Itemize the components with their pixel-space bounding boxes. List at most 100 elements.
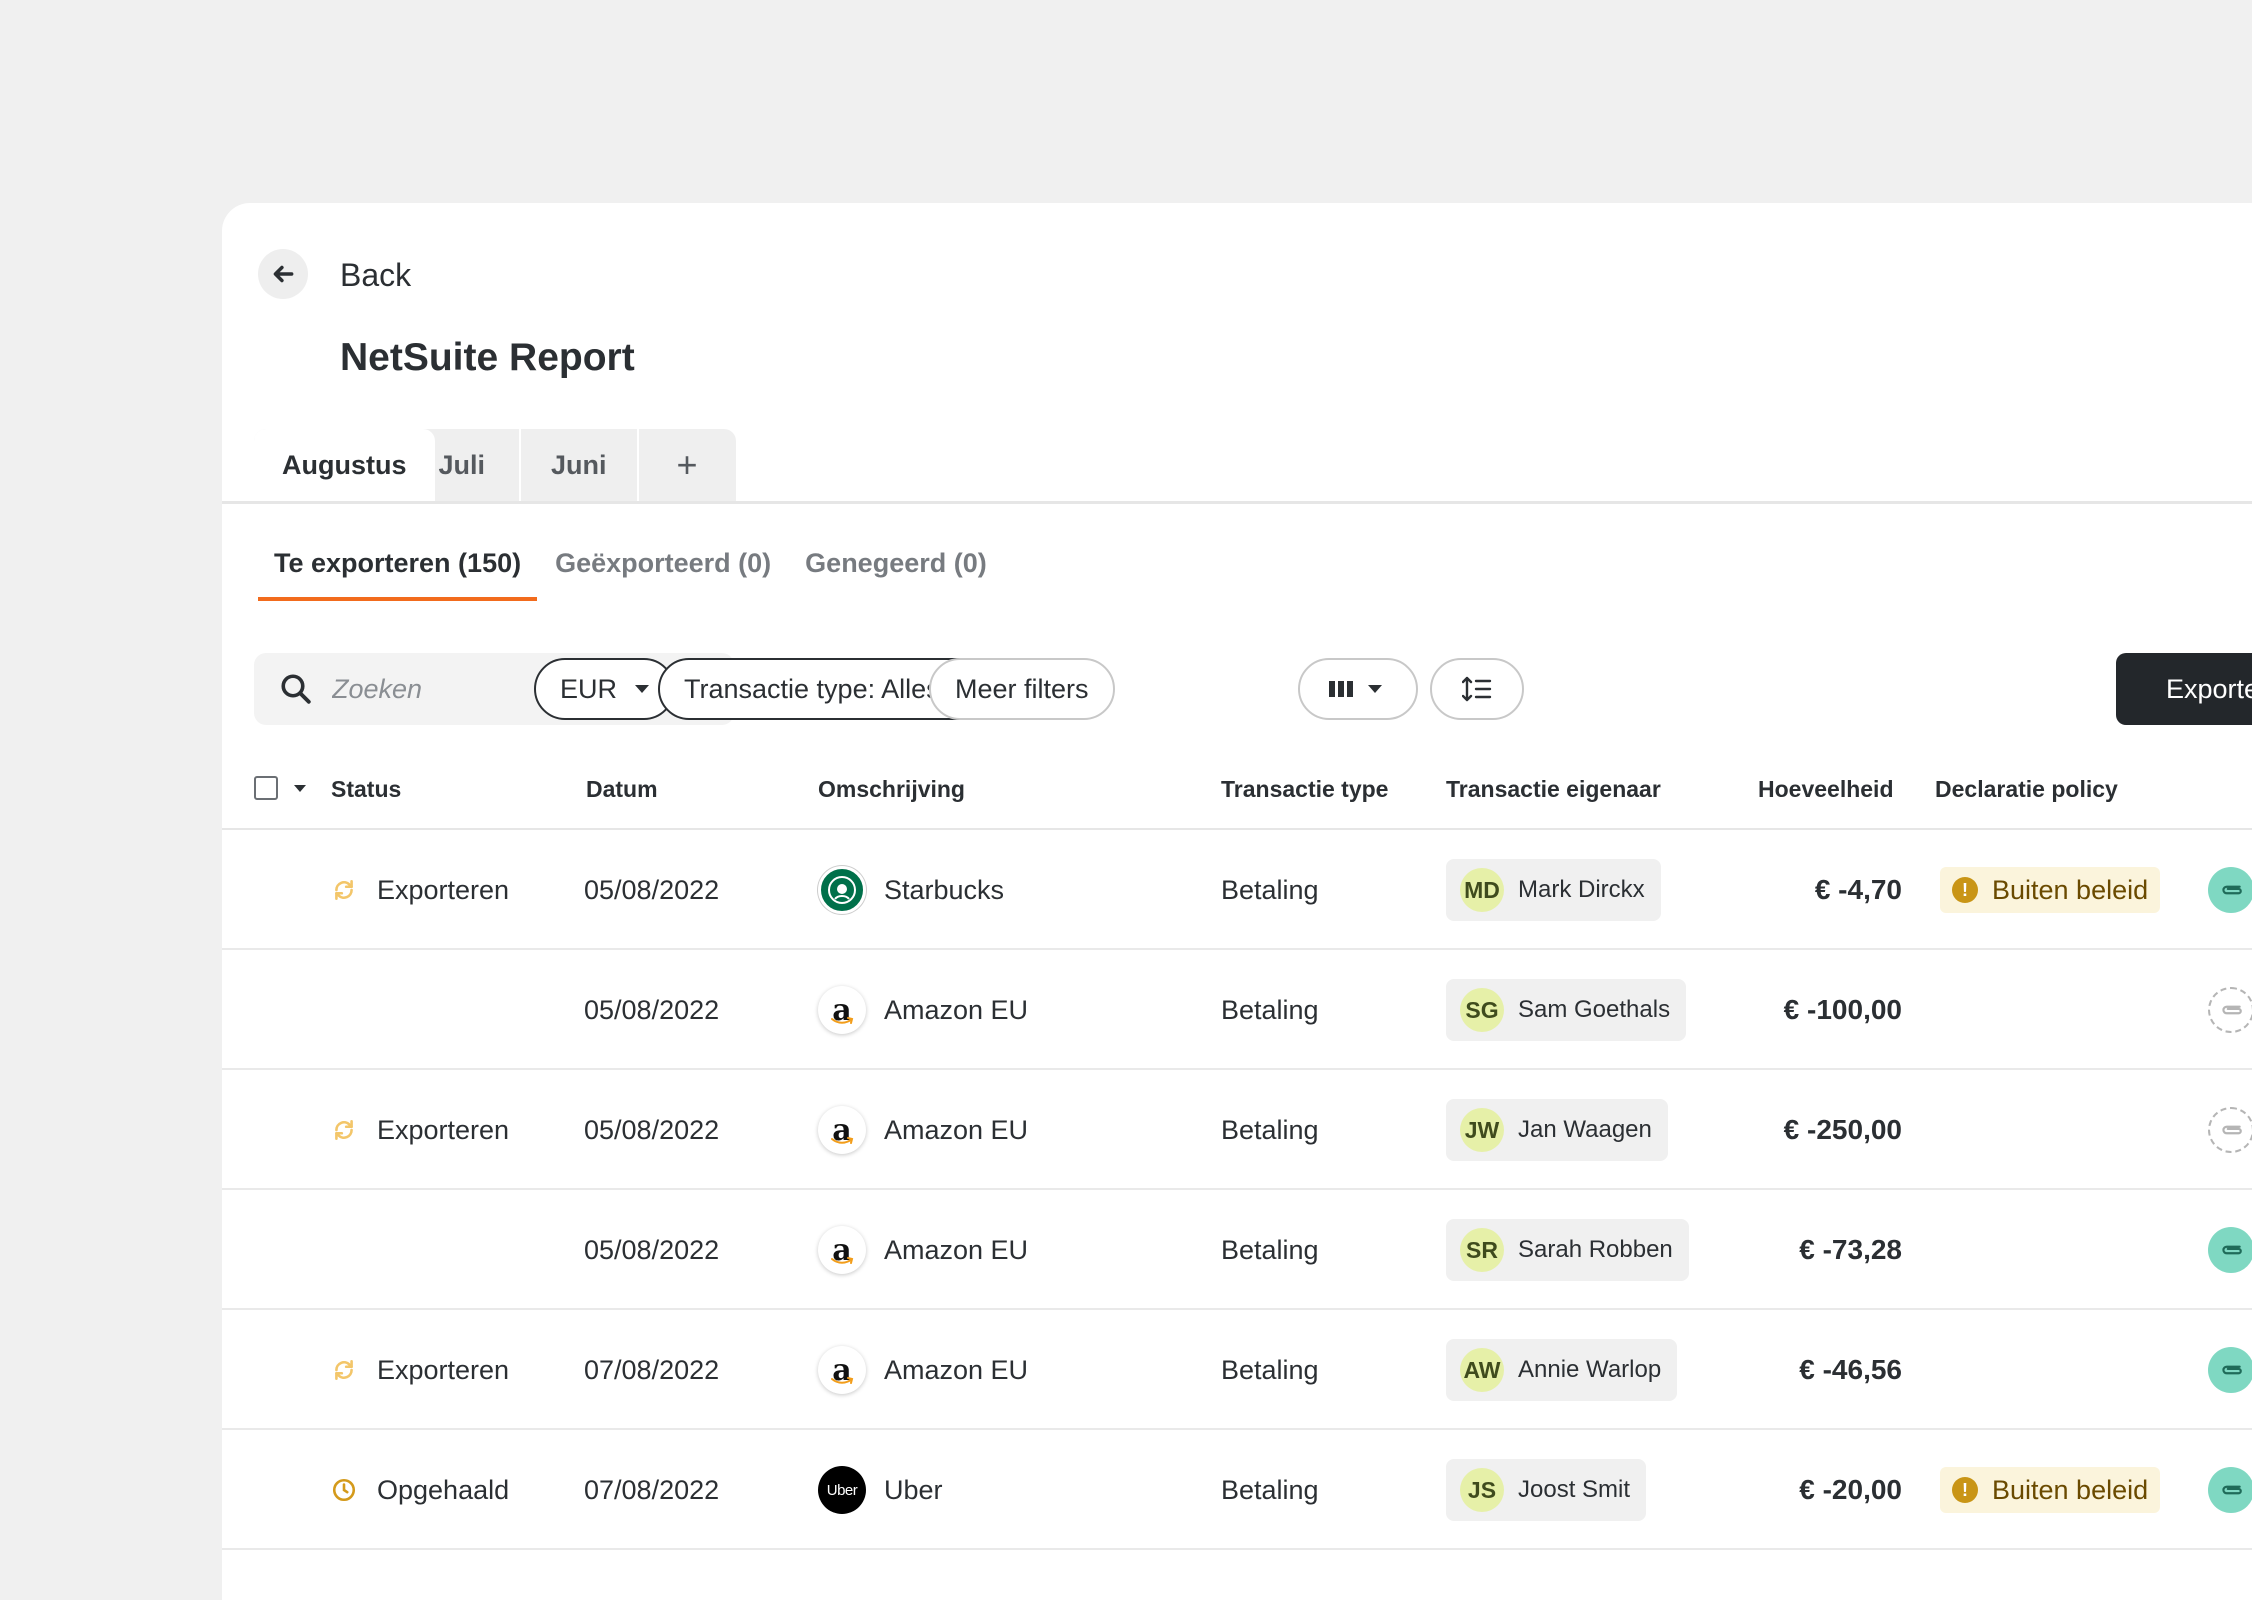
- date-cell: 05/08/2022: [584, 1234, 720, 1265]
- currency-filter-label: EUR: [560, 673, 618, 704]
- tab-juni[interactable]: Juni: [521, 429, 639, 501]
- arrow-left-icon: [273, 265, 294, 283]
- owner-chip[interactable]: JW Jan Waagen: [1446, 1099, 1668, 1161]
- table-row[interactable]: Exporteren 05/08/2022 a Amazon EU Betaling JW…: [222, 1070, 2252, 1190]
- column-hoeveelheid[interactable]: Hoeveelheid: [1758, 776, 1894, 803]
- description-cell: a Amazon EU: [818, 1310, 1028, 1430]
- sync-icon: [331, 877, 357, 903]
- table-row[interactable]: 05/08/2022 a Amazon EU Betaling SR Sarah Robb…: [222, 1190, 2252, 1310]
- paperclip-icon[interactable]: [2208, 1467, 2252, 1513]
- owner-name: Annie Warlop: [1518, 1356, 1662, 1383]
- paperclip-icon[interactable]: [2208, 1347, 2252, 1393]
- add-tab-button[interactable]: +: [639, 429, 736, 501]
- columns-button[interactable]: [1298, 658, 1418, 720]
- columns-icon: [1329, 681, 1353, 697]
- back-button[interactable]: [258, 249, 308, 299]
- caret-down-icon[interactable]: [294, 785, 306, 792]
- report-panel: Back NetSuite Report Augustus Juli Juni …: [222, 203, 2252, 1600]
- paperclip-icon[interactable]: [2208, 1107, 2252, 1153]
- tabstrip-divider: [222, 501, 2252, 504]
- merchant-name: Amazon EU: [884, 1354, 1029, 1385]
- density-button[interactable]: [1430, 658, 1524, 720]
- more-filters-button[interactable]: Meer filters: [929, 658, 1115, 720]
- tab-geexporteerd[interactable]: Geëxporteerd (0): [539, 548, 787, 601]
- amount-cell: € -46,56: [1799, 1354, 1902, 1385]
- paperclip-icon[interactable]: [2208, 987, 2252, 1033]
- month-tabs: Augustus Juli Juni +: [254, 429, 736, 501]
- status-label: Opgehaald: [377, 1474, 510, 1505]
- clock-icon: [331, 1477, 357, 1503]
- column-omschrijving[interactable]: Omschrijving: [818, 776, 965, 803]
- page-title: NetSuite Report: [340, 336, 635, 379]
- tab-juli[interactable]: Juli: [435, 429, 522, 501]
- owner-name: Sarah Robben: [1518, 1236, 1673, 1263]
- status-label: Exporteren: [377, 1114, 510, 1145]
- status-cell: Exporteren: [331, 1310, 509, 1430]
- table-row[interactable]: Exporteren 07/08/2022 a Amazon EU Betaling AW…: [222, 1310, 2252, 1430]
- owner-name: Sam Goethals: [1518, 996, 1671, 1023]
- owner-chip[interactable]: AW Annie Warlop: [1446, 1339, 1678, 1401]
- owner-chip[interactable]: MD Mark Dirckx: [1446, 859, 1661, 921]
- tab-genegeerd[interactable]: Genegeerd (0): [789, 548, 1003, 601]
- receipt-cell: [2208, 1070, 2252, 1190]
- policy-cell: ! Buiten beleid: [1940, 830, 2161, 950]
- owner-cell: SR Sarah Robben: [1446, 1190, 1689, 1310]
- avatar: SR: [1460, 1228, 1504, 1272]
- export-button[interactable]: Exporte: [2116, 653, 2252, 725]
- paperclip-icon[interactable]: [2208, 867, 2252, 913]
- date-cell: 05/08/2022: [584, 1114, 720, 1145]
- warning-icon: !: [1952, 1477, 1978, 1503]
- paperclip-icon[interactable]: [2208, 1227, 2252, 1273]
- amount-cell: € -250,00: [1783, 1114, 1902, 1145]
- owner-chip[interactable]: SR Sarah Robben: [1446, 1219, 1689, 1281]
- avatar: JS: [1460, 1468, 1504, 1512]
- table-row[interactable]: Exporteren 05/08/2022 Starbucks Betaling MD M…: [222, 830, 2252, 950]
- starbucks-logo-icon: [818, 866, 866, 914]
- description-cell: a Amazon EU: [818, 950, 1028, 1070]
- select-all-checkbox[interactable]: [254, 776, 278, 800]
- table-row[interactable]: 05/08/2022 a Amazon EU Betaling SG Sam Goetha…: [222, 950, 2252, 1070]
- transaction-type-cell: Betaling: [1221, 874, 1319, 905]
- date-cell: 07/08/2022: [584, 1474, 720, 1505]
- receipt-cell: [2208, 1430, 2252, 1550]
- column-status[interactable]: Status: [331, 776, 401, 803]
- status-cell: Opgehaald: [331, 1430, 509, 1550]
- status-label: Exporteren: [377, 1354, 510, 1385]
- currency-filter[interactable]: EUR: [534, 658, 676, 720]
- tab-te-exporteren[interactable]: Te exporteren (150): [258, 548, 538, 601]
- column-declaratie-policy[interactable]: Declaratie policy: [1935, 776, 2118, 803]
- table-header: Status Datum Omschrijving Transactie typ…: [222, 768, 2252, 830]
- back-label[interactable]: Back: [340, 257, 411, 294]
- merchant-name: Amazon EU: [884, 994, 1029, 1025]
- export-status-tabs: Te exporteren (150) Geëxporteerd (0) Gen…: [258, 548, 1005, 601]
- receipt-cell: [2208, 950, 2252, 1070]
- more-filters-label: Meer filters: [955, 673, 1089, 704]
- column-transactie-eigenaar[interactable]: Transactie eigenaar: [1446, 776, 1661, 803]
- policy-cell: ! Buiten beleid: [1940, 1430, 2161, 1550]
- receipt-cell: [2208, 830, 2252, 950]
- column-datum[interactable]: Datum: [586, 776, 658, 803]
- amount-cell: € -4,70: [1814, 874, 1902, 905]
- column-transactie-type[interactable]: Transactie type: [1221, 776, 1388, 803]
- amount-cell: € -100,00: [1783, 994, 1902, 1025]
- receipt-cell: [2208, 1190, 2252, 1310]
- warning-icon: !: [1952, 877, 1978, 903]
- tab-augustus[interactable]: Augustus: [254, 429, 435, 501]
- transaction-type-filter-label: Transactie type: Alles: [684, 673, 940, 704]
- owner-chip[interactable]: JS Joost Smit: [1446, 1459, 1647, 1521]
- status-cell: Exporteren: [331, 830, 509, 950]
- owner-cell: AW Annie Warlop: [1446, 1310, 1678, 1430]
- table-row[interactable]: Opgehaald 07/08/2022 Uber Uber Betaling JS Joo…: [222, 1430, 2252, 1550]
- policy-badge: ! Buiten beleid: [1940, 1467, 2161, 1513]
- amount-cell: € -73,28: [1799, 1234, 1902, 1265]
- description-cell: Starbucks: [818, 830, 1004, 950]
- line-spacing-icon: [1462, 676, 1492, 702]
- transaction-type-cell: Betaling: [1221, 1114, 1319, 1145]
- status-label: Exporteren: [377, 874, 510, 905]
- owner-name: Joost Smit: [1518, 1476, 1631, 1503]
- receipt-cell: [2208, 1310, 2252, 1430]
- sync-icon: [331, 1357, 357, 1383]
- amazon-logo-icon: a: [818, 1346, 866, 1394]
- policy-label: Buiten beleid: [1992, 874, 2149, 905]
- owner-chip[interactable]: SG Sam Goethals: [1446, 979, 1687, 1041]
